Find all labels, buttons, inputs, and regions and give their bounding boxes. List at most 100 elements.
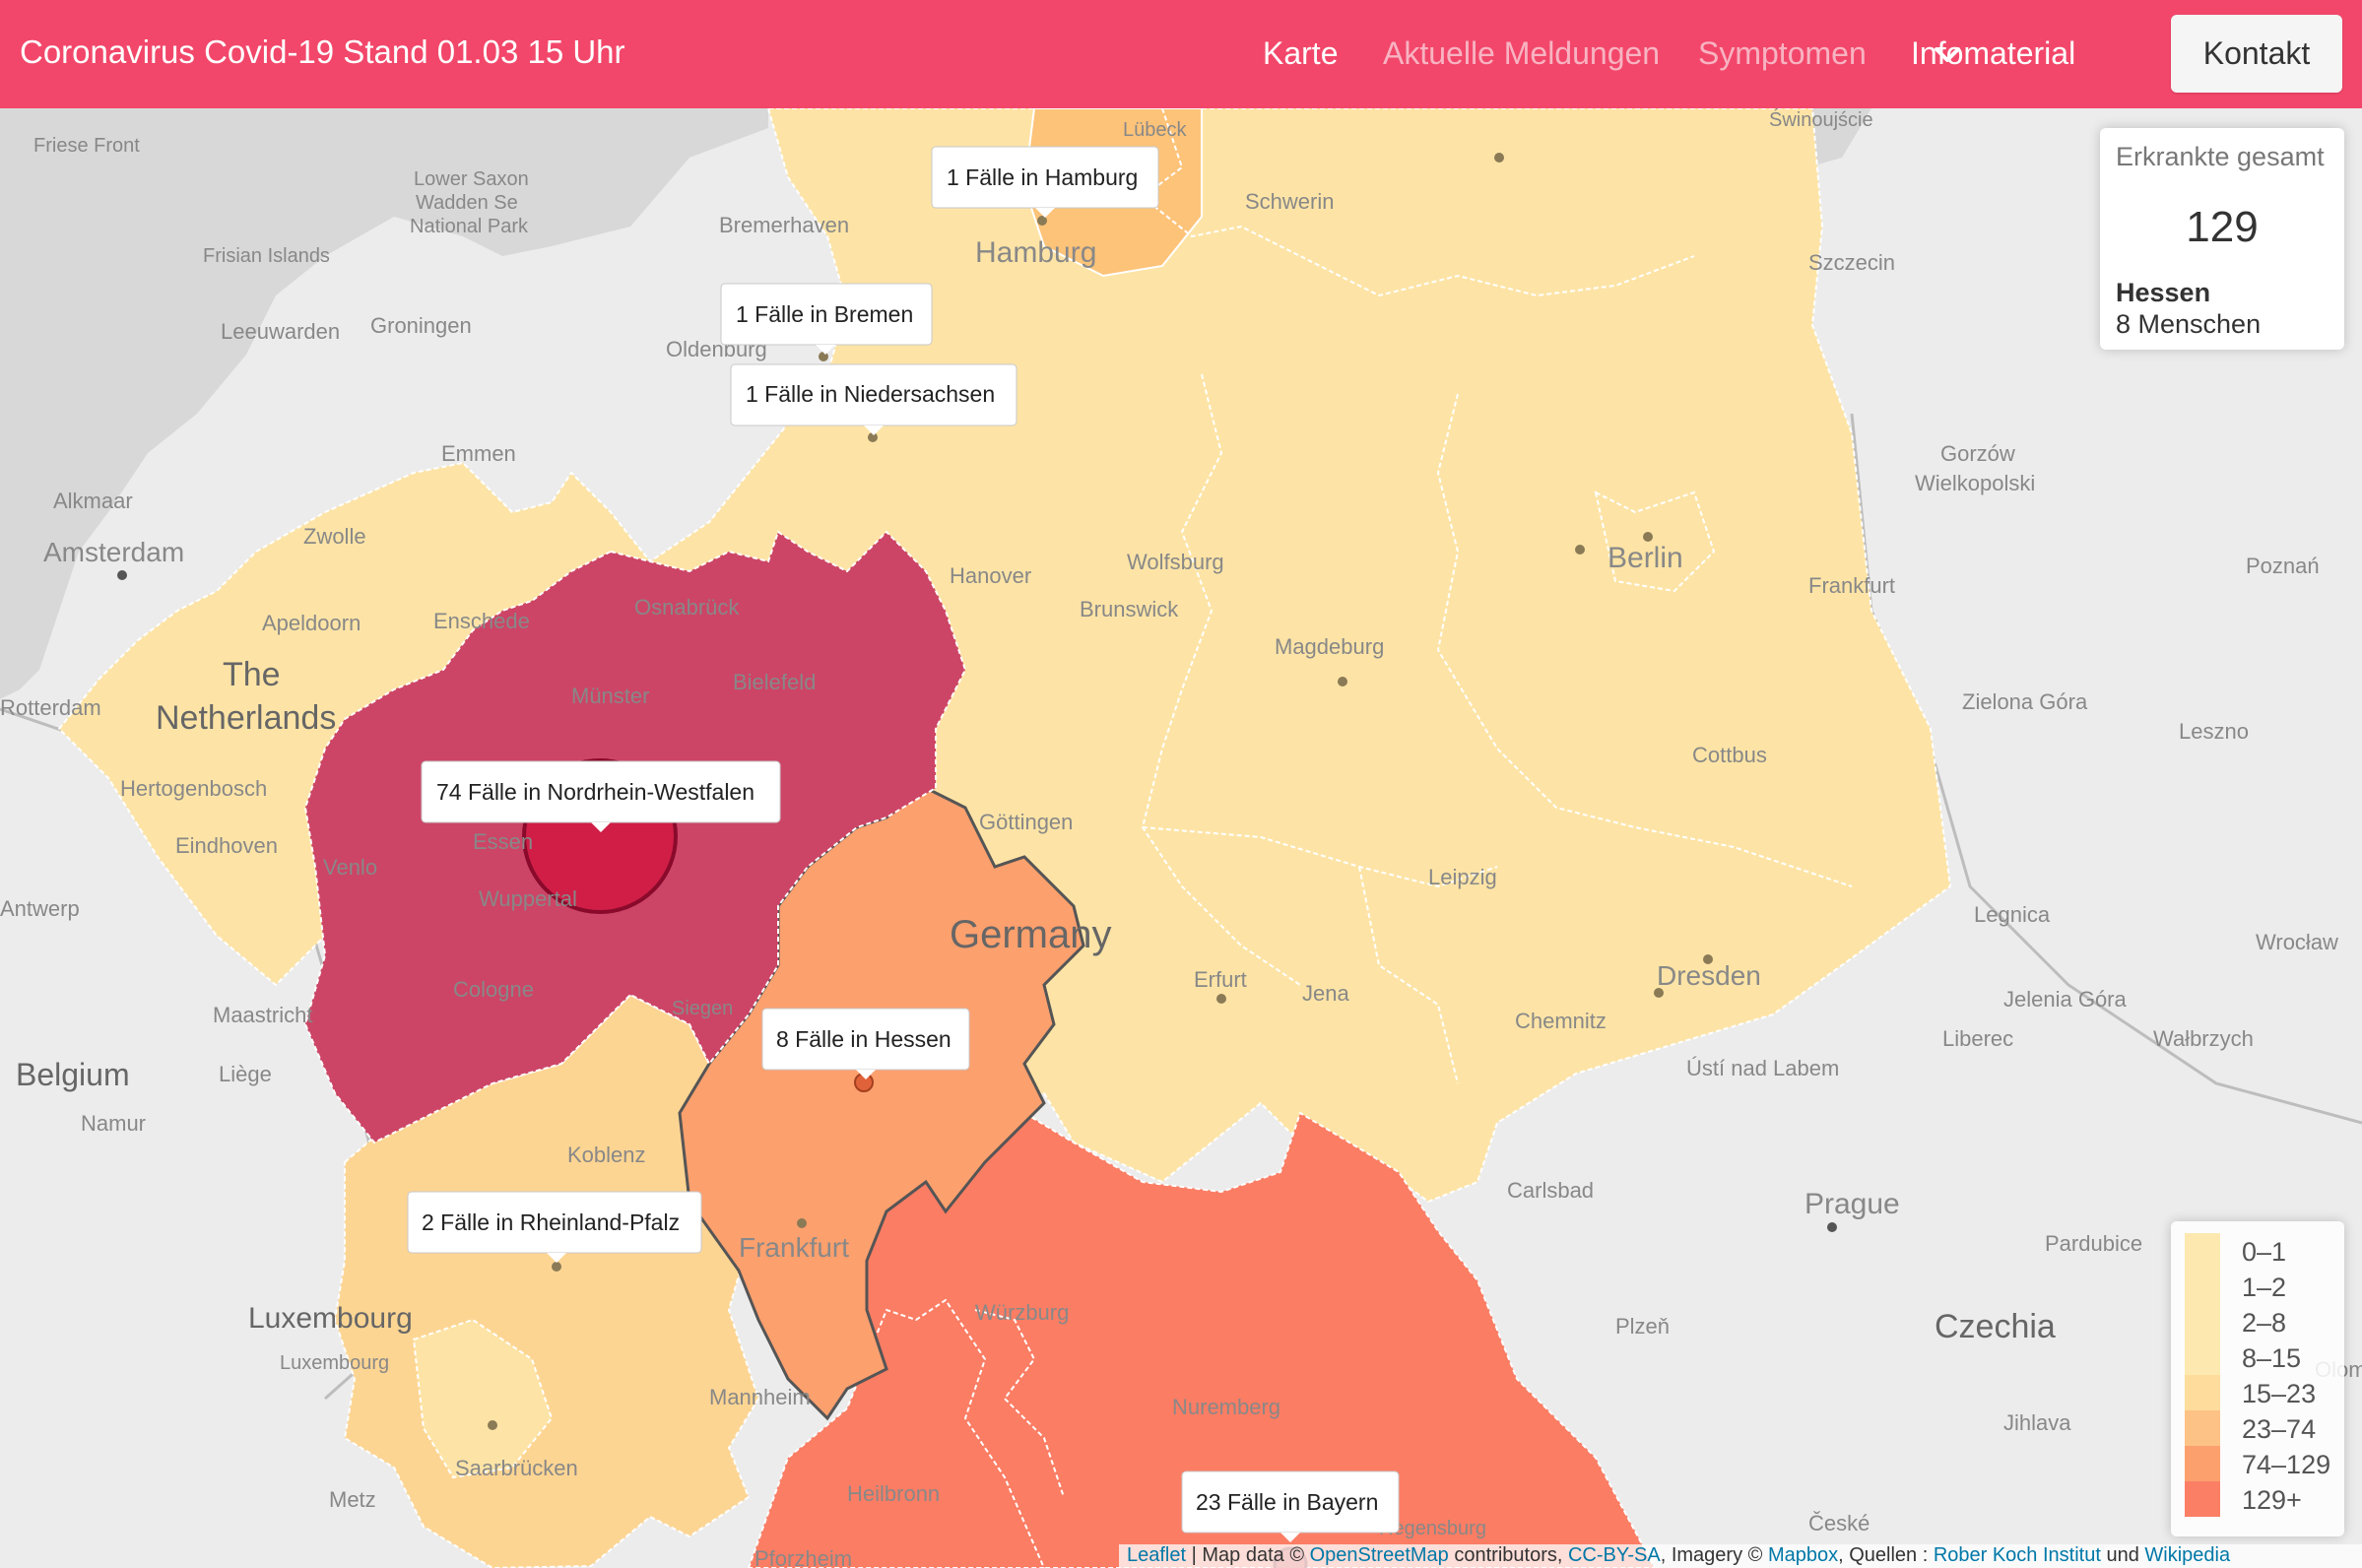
place-label: Eindhoven: [175, 833, 278, 858]
legend-swatch: [2185, 1446, 2220, 1481]
place-label: Maastricht: [213, 1003, 312, 1027]
place-label: Hertogenbosch: [120, 776, 267, 801]
tooltip-text: 2 Fälle in Rheinland-Pfalz: [422, 1209, 680, 1235]
place-label: Venlo: [323, 855, 377, 880]
nav-link-symptomen[interactable]: Symptomen: [1698, 35, 1867, 72]
legend-swatch: [2185, 1410, 2220, 1446]
place-label: Antwerp: [0, 896, 80, 921]
place-label: Hamburg: [975, 236, 1096, 269]
place-label: Leipzig: [1428, 865, 1497, 889]
tooltip-text: 1 Fälle in Bremen: [736, 301, 913, 327]
place-label: České: [1808, 1511, 1870, 1535]
tooltip-bremen[interactable]: 1 Fälle in Bremen: [720, 283, 933, 355]
place-label: Frisian Islands: [203, 245, 330, 267]
info-selected-people: 8 Menschen: [2116, 309, 2262, 339]
legend-label: 74–129: [2242, 1450, 2331, 1479]
place-label: Heilbronn: [847, 1481, 940, 1506]
place-label: Wadden Se: [416, 192, 518, 214]
place-label: Essen: [473, 829, 533, 854]
place-label: Netherlands: [156, 699, 336, 737]
place-label: Dresden: [1657, 960, 1761, 991]
place-label: Lower Saxon: [414, 168, 529, 190]
brand-title[interactable]: Coronavirus Covid-19 Stand 01.03 15 Uhr: [20, 33, 625, 71]
city-dot: [797, 1218, 807, 1228]
place-label: Jena: [1302, 981, 1349, 1006]
nav-link-aktuelle-meldungen[interactable]: Aktuelle Meldungen: [1383, 35, 1660, 72]
place-label: Rotterdam: [0, 695, 101, 720]
place-label: Świnoujście: [1769, 108, 1873, 131]
place-label: Wałbrzych: [2153, 1026, 2254, 1051]
nav-link-karte[interactable]: Karte: [1263, 35, 1338, 72]
place-label: Magdeburg: [1275, 634, 1384, 659]
place-label: Brunswick: [1080, 597, 1179, 621]
place-label: Pforzheim: [755, 1546, 852, 1568]
tooltip-rheinland-pfalz[interactable]: 2 Fälle in Rheinland-Pfalz: [407, 1191, 702, 1263]
attribution-text: | Map data ©: [1186, 1544, 1310, 1566]
place-label: Amsterdam: [43, 537, 184, 567]
legend-swatch: [2185, 1304, 2220, 1339]
city-dot: [1338, 677, 1347, 686]
rki-link[interactable]: Rober Koch Institut: [1934, 1544, 2101, 1566]
place-label: Göttingen: [979, 810, 1073, 834]
place-label: Prague: [1804, 1188, 1900, 1220]
place-label: Mannheim: [709, 1385, 811, 1409]
mapbox-link[interactable]: Mapbox: [1768, 1544, 1838, 1566]
place-label: Liberec: [1942, 1026, 2013, 1051]
place-label: Czechia: [1935, 1308, 2056, 1345]
tooltip-text: 1 Fälle in Hamburg: [947, 164, 1138, 190]
place-label: Wolfsburg: [1127, 550, 1224, 574]
attribution-text: , Quellen :: [1838, 1544, 1934, 1566]
tooltip-hamburg[interactable]: 1 Fälle in Hamburg: [931, 146, 1159, 218]
attribution-text: contributors,: [1448, 1544, 1568, 1566]
license-link[interactable]: CC-BY-SA: [1568, 1544, 1661, 1566]
place-label: Frankfurt: [739, 1232, 849, 1263]
place-label: Alkmaar: [53, 489, 133, 513]
place-label: Apeldoorn: [262, 611, 361, 635]
place-label: Poznań: [2246, 554, 2320, 578]
place-label: Zielona Góra: [1962, 689, 2088, 714]
legend-swatch: [2185, 1339, 2220, 1375]
info-total: 129: [2186, 203, 2259, 251]
osm-link[interactable]: OpenStreetMap: [1310, 1544, 1449, 1566]
legend-swatch: [2185, 1481, 2220, 1517]
place-label: Plzeň: [1615, 1314, 1670, 1339]
leaflet-link[interactable]: Leaflet: [1127, 1544, 1186, 1566]
place-label: Jelenia Góra: [2003, 987, 2128, 1012]
city-dot: [1575, 545, 1585, 555]
legend-label: 2–8: [2242, 1308, 2287, 1338]
place-label: Szczecin: [1808, 250, 1895, 275]
place-label: Berlin: [1607, 542, 1683, 574]
tooltip-nordrhein-westfalen[interactable]: 74 Fälle in Nordrhein-Westfalen: [421, 760, 781, 832]
place-label: Gorzów: [1940, 441, 2015, 466]
place-label: Groningen: [370, 313, 472, 338]
place-label: Koblenz: [567, 1143, 646, 1167]
place-label: Siegen: [672, 998, 733, 1019]
tooltip-hessen[interactable]: 8 Fälle in Hessen: [761, 1008, 970, 1079]
tooltip-bayern[interactable]: 23 Fälle in Bayern: [1181, 1470, 1400, 1542]
place-label: Lübeck: [1123, 119, 1187, 141]
choropleth-map[interactable]: Friese Front Lower Saxon Wadden Se Natio…: [0, 108, 2362, 1568]
place-label: Erfurt: [1194, 967, 1247, 992]
legend-swatch: [2185, 1233, 2220, 1269]
legend-label: 15–23: [2242, 1379, 2317, 1408]
tooltip-niedersachsen[interactable]: 1 Fälle in Niedersachsen: [730, 363, 1017, 435]
place-label: Chemnitz: [1515, 1009, 1607, 1033]
contact-button[interactable]: Kontakt: [2171, 15, 2342, 93]
place-label: Cottbus: [1692, 743, 1767, 767]
place-label: Schwerin: [1245, 189, 1334, 214]
place-label: Friese Front: [33, 135, 140, 157]
chevron-down-icon[interactable]: [1935, 47, 1960, 63]
city-dot: [1827, 1222, 1837, 1232]
place-label: Luxembourg: [248, 1302, 413, 1335]
wikipedia-link[interactable]: Wikipedia: [2144, 1544, 2230, 1566]
attribution-text: , Imagery ©: [1660, 1544, 1768, 1566]
tooltip-text: 23 Fälle in Bayern: [1196, 1489, 1378, 1515]
tooltip-text: 74 Fälle in Nordrhein-Westfalen: [436, 779, 755, 805]
place-label: Hanover: [950, 563, 1031, 588]
place-label: Bielefeld: [733, 670, 816, 694]
navbar: Coronavirus Covid-19 Stand 01.03 15 Uhr …: [0, 0, 2362, 108]
place-label: National Park: [410, 216, 529, 237]
legend-label: 0–1: [2242, 1237, 2287, 1267]
place-label: Münster: [571, 684, 649, 708]
place-label: Jihlava: [2003, 1410, 2071, 1435]
